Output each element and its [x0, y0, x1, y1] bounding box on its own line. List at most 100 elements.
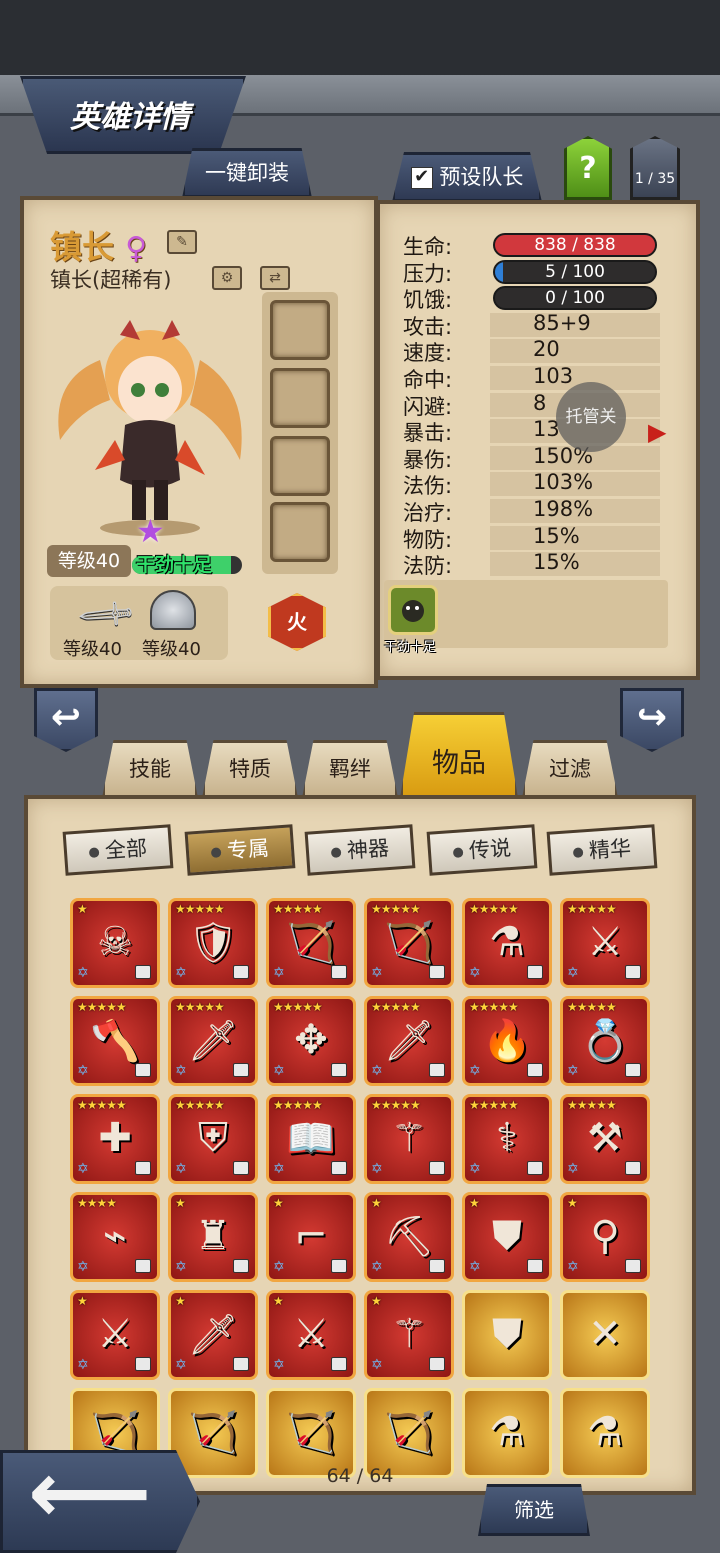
hexagram-icon: ✡ [77, 1357, 89, 1373]
filter-all[interactable]: 全部 [62, 824, 174, 876]
stat-label: 暴击: [403, 421, 453, 445]
inventory-item[interactable]: ★ ⚚ ✡ [364, 1290, 454, 1380]
inventory-item[interactable]: ★★★★ ⌁ ✡ [70, 1192, 160, 1282]
hexagram-icon: ✡ [175, 1259, 187, 1275]
accessory-slot[interactable] [270, 436, 330, 496]
filter-button[interactable]: 筛选 [478, 1484, 590, 1536]
skill-icon[interactable] [388, 585, 438, 635]
filter-essence[interactable]: 精华 [546, 824, 658, 876]
inventory-item[interactable]: ★ ♜ ✡ [168, 1192, 258, 1282]
item-icon: ⚒ [587, 1115, 623, 1161]
hexagram-icon: ✡ [175, 1161, 187, 1177]
tab-filter[interactable]: 过滤 [522, 740, 618, 798]
inventory-item[interactable]: ★★★★★ ⚔ ✡ [560, 898, 650, 988]
top-background [0, 0, 720, 78]
inventory-item[interactable]: ★★★★★ 🏹 ✡ [266, 898, 356, 988]
item-stars: ★★★★★ [77, 1098, 127, 1112]
lock-icon [429, 1063, 445, 1077]
inventory-item[interactable]: ★★★★★ 🔥 ✡ [462, 996, 552, 1086]
stat-label: 速度: [403, 341, 453, 365]
item-icon: ☠ [97, 919, 133, 965]
page-title: 英雄详情 [70, 100, 190, 135]
item-stars: ★★★★★ [273, 1098, 323, 1112]
prev-hero-button[interactable]: ↩ [34, 688, 98, 752]
inventory-item[interactable]: ★ ☠ ✡ [70, 898, 160, 988]
inventory-item[interactable]: ★★★★★ 🏹 ✡ [364, 898, 454, 988]
hp-bar: 838 / 838 [493, 233, 657, 257]
auto-toggle-button[interactable]: 托管关 [556, 382, 626, 452]
rename-icon[interactable]: ✎ [167, 230, 197, 254]
filter-label: 神器 [346, 836, 390, 863]
stat-label: 生命: [403, 235, 453, 259]
inventory-item[interactable]: ★★★★★ 🛡 ✡ [168, 898, 258, 988]
filter-legend[interactable]: 传说 [426, 824, 538, 876]
item-icon: ⛏ [383, 1214, 435, 1260]
inventory-item[interactable]: ★ ⚲ ✡ [560, 1192, 650, 1282]
item-stars: ★★★★★ [371, 902, 421, 916]
inventory-item[interactable]: ★ ⛊ ✡ [462, 1192, 552, 1282]
inventory-item[interactable]: ⛊ [462, 1290, 552, 1380]
hexagram-icon: ✡ [273, 965, 285, 981]
filter-exclusive[interactable]: 专属 [184, 824, 296, 876]
item-icon: 🛡 [187, 920, 239, 966]
stat-label: 治疗: [403, 501, 453, 525]
next-hero-button[interactable]: ↪ [620, 688, 684, 752]
inventory-item[interactable]: ★★★★★ ✚ ✡ [70, 1094, 160, 1184]
lock-icon [331, 1063, 347, 1077]
next-page-arrow-icon[interactable]: ▶ [648, 418, 666, 446]
item-stars: ★ [175, 1294, 186, 1308]
tab-skills[interactable]: 技能 [102, 740, 198, 798]
tab-bonds[interactable]: 羁绊 [302, 740, 398, 798]
inventory-item[interactable]: ★★★★★ ⚕ ✡ [462, 1094, 552, 1184]
inventory-item[interactable]: ★ ⌐ ✡ [266, 1192, 356, 1282]
inventory-item[interactable]: ★★★★★ ⚗ ✡ [462, 898, 552, 988]
accessory-slot[interactable] [270, 368, 330, 428]
gender-icon: ♀ [125, 231, 148, 266]
item-icon: ⚔ [97, 1311, 133, 1357]
inventory-item[interactable]: ★★★★★ ✥ ✡ [266, 996, 356, 1086]
inventory-item[interactable]: ★ ⚔ ✡ [70, 1290, 160, 1380]
stat-value: 198% [533, 497, 594, 521]
lock-icon [429, 1161, 445, 1175]
inventory-item[interactable]: ★★★★★ 📖 ✡ [266, 1094, 356, 1184]
back-arrow-icon[interactable]: ⟵ [28, 1450, 151, 1536]
inventory-item[interactable]: ★★★★★ ⛨ ✡ [168, 1094, 258, 1184]
inventory-item[interactable]: ★★★★★ 🪓 ✡ [70, 996, 160, 1086]
inventory-item[interactable]: ★ ⚔ ✡ [266, 1290, 356, 1380]
hexagram-icon: ✡ [371, 965, 383, 981]
item-stars: ★ [469, 1196, 480, 1210]
stat-value: 85+9 [533, 311, 591, 335]
item-icon: ⌁ [102, 1213, 128, 1259]
inventory-item[interactable]: ★★★★★ 💍 ✡ [560, 996, 650, 1086]
hexagram-icon: ✡ [273, 1259, 285, 1275]
armor-level: 等级40 [142, 639, 201, 660]
accessory-slot[interactable] [270, 300, 330, 360]
tab-traits[interactable]: 特质 [202, 740, 298, 798]
help-button[interactable]: ? [564, 136, 612, 200]
inventory-item[interactable]: ✕ [560, 1290, 650, 1380]
info-icon[interactable]: ⚙ [212, 266, 242, 290]
lock-icon [233, 1357, 249, 1371]
inventory-item[interactable]: ★★★★★ ⚒ ✡ [560, 1094, 650, 1184]
filter-label: 专属 [226, 836, 270, 863]
unequip-all-button[interactable]: 一键卸装 [182, 148, 312, 198]
inventory-item[interactable]: ★ 🗡 ✡ [168, 1290, 258, 1380]
hexagram-icon: ✡ [77, 1063, 89, 1079]
checkbox-icon[interactable]: ✔ [410, 167, 433, 189]
inventory-item[interactable]: ★★★★★ 🗡 ✡ [168, 996, 258, 1086]
hexagram-icon: ✡ [567, 965, 579, 981]
item-icon: 🗡 [383, 1018, 435, 1064]
inventory-item[interactable]: ★ ⛏ ✡ [364, 1192, 454, 1282]
helmet-icon[interactable] [150, 590, 196, 630]
filter-artifact[interactable]: 神器 [304, 824, 416, 876]
item-icon: 🏹 [188, 1410, 238, 1456]
preset-leader-toggle[interactable]: ✔ 预设队长 [392, 152, 542, 202]
item-stars: ★★★★★ [77, 1000, 127, 1014]
accessory-slot[interactable] [270, 502, 330, 562]
inventory-item[interactable]: ★★★★★ 🗡 ✡ [364, 996, 454, 1086]
swap-icon[interactable]: ⇄ [260, 266, 290, 290]
stress-fill [495, 262, 503, 282]
tab-items[interactable]: 物品 [400, 712, 518, 798]
inventory-item[interactable]: ★★★★★ ⚚ ✡ [364, 1094, 454, 1184]
lock-icon [429, 1259, 445, 1273]
